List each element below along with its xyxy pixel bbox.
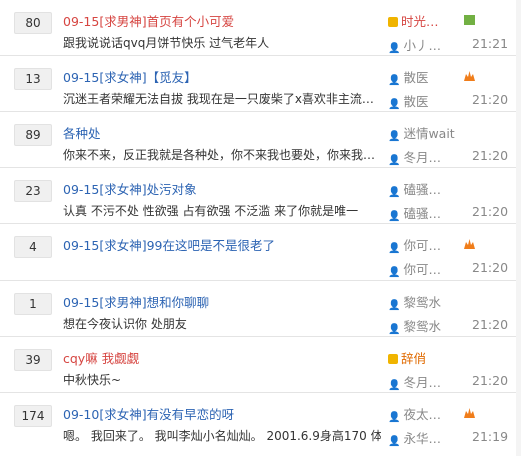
person-icon: 👤 (388, 155, 401, 166)
last-reply-user[interactable]: 👤 永华… (388, 428, 458, 447)
thread-row: 1 09-15[求男神]想和你聊聊 想在今夜认识你 处朋友 👤 黎鸳水 👤 黎鸳水 … (0, 281, 521, 337)
author-name: 时光… (401, 14, 439, 29)
last-reply-name: 冬月… (403, 150, 441, 165)
person-icon: 👤 (388, 243, 401, 254)
reply-count: 4 (14, 236, 52, 258)
thread-title[interactable]: 各种处 (63, 123, 101, 142)
last-reply-name: 你可… (403, 262, 441, 277)
thread-row: 4 09-15[求女神]99在这吧是不是很老了 👤 你可… 👤 你可… 21:20 (0, 224, 521, 281)
last-reply-name: 小丿… (403, 38, 441, 53)
thread-author[interactable]: 👤 散医 (388, 67, 458, 86)
reply-time: 21:20 (472, 317, 509, 332)
reply-count: 39 (14, 349, 52, 371)
thread-row: 13 09-15[求女神]【觅友】 沉迷王者荣耀无法自拔 我现在是一只废柴了x喜… (0, 56, 521, 112)
last-reply-name: 黎鸳水 (403, 319, 441, 334)
person-icon: 👤 (388, 131, 401, 142)
reply-time: 21:20 (472, 148, 509, 163)
last-reply-name: 散医 (403, 94, 429, 109)
thread-excerpt: 跟我说说话qvq月饼节快乐 过气老年人 (63, 36, 270, 50)
last-reply-name: 冬月… (403, 375, 441, 390)
reply-count: 174 (14, 405, 52, 427)
thread-title[interactable]: 09-15[求女神]处污对象 (63, 179, 197, 198)
last-reply-name: 永华… (403, 431, 441, 446)
author-name: 黎鸳水 (403, 295, 441, 310)
thread-author[interactable]: 辞俏 (388, 348, 458, 367)
person-icon: 👤 (388, 211, 401, 222)
last-reply-user[interactable]: 👤 磕骚… (388, 203, 458, 222)
level-icon (464, 239, 475, 249)
reply-time: 21:20 (472, 373, 509, 388)
person-icon: 👤 (388, 187, 401, 198)
author-name: 散医 (403, 70, 429, 85)
last-reply-user[interactable]: 👤 散医 (388, 91, 458, 110)
thread-excerpt: 嗯。 我回来了。 我叫李灿小名灿灿。 2001.6.9身高170 体… (63, 429, 381, 443)
thread-title[interactable]: 09-15[求女神]99在这吧是不是很老了 (63, 235, 275, 254)
last-reply-user[interactable]: 👤 黎鸳水 (388, 316, 458, 335)
author-name: 你可… (403, 238, 441, 253)
reply-time: 21:20 (472, 260, 509, 275)
vip-icon (388, 17, 398, 27)
thread-excerpt: 沉迷王者荣耀无法自拔 我现在是一只废柴了x喜欢非主流… (63, 92, 374, 106)
reply-count: 89 (14, 124, 52, 146)
thread-title[interactable]: 09-15[求男神]首页有个小可爱 (63, 11, 234, 30)
thread-excerpt: 认真 不污不处 性欲强 占有欲强 不泛滥 来了你就是唯一 (63, 204, 359, 218)
last-reply-user[interactable]: 👤 冬月… (388, 147, 458, 166)
last-reply-user[interactable]: 👤 小丿… (388, 35, 458, 54)
thread-list: 80 09-15[求男神]首页有个小可爱 跟我说说话qvq月饼节快乐 过气老年人… (0, 0, 521, 456)
thread-row: 174 09-10[求女神]有没有早恋的呀 嗯。 我回来了。 我叫李灿小名灿灿。… (0, 393, 521, 449)
person-icon: 👤 (388, 43, 401, 54)
reply-time: 21:21 (472, 36, 509, 51)
thread-row: 89 各种处 你来不来，反正我就是各种处，你不来我也要处，你来我… 👤 迷情wai… (0, 112, 521, 168)
thread-excerpt: 你来不来，反正我就是各种处，你不来我也要处，你来我… (63, 148, 376, 162)
person-icon: 👤 (388, 99, 401, 110)
thread-author[interactable]: 👤 你可… (388, 235, 458, 254)
thread-title[interactable]: 09-15[求女神]【觅友】 (63, 67, 197, 86)
author-name: 磕骚… (403, 182, 441, 197)
vip-icon (388, 354, 398, 364)
level-icon (464, 71, 475, 81)
last-reply-user[interactable]: 👤 冬月… (388, 372, 458, 391)
thread-author[interactable]: 时光… (388, 11, 458, 30)
person-icon: 👤 (388, 75, 401, 86)
reply-count: 13 (14, 68, 52, 90)
person-icon: 👤 (388, 267, 401, 278)
person-icon: 👤 (388, 436, 401, 447)
reply-time: 21:19 (472, 429, 509, 444)
thread-row: 39 cqy嘛 我觑觑 中秋快乐~ 辞俏 👤 冬月… 21:20 (0, 337, 521, 393)
person-icon: 👤 (388, 324, 401, 335)
thread-row: 80 09-15[求男神]首页有个小可爱 跟我说说话qvq月饼节快乐 过气老年人… (0, 0, 521, 56)
person-icon: 👤 (388, 300, 401, 311)
thread-author[interactable]: 👤 夜太… (388, 404, 458, 423)
scrollbar[interactable] (516, 0, 521, 456)
author-name: 夜太… (403, 407, 441, 422)
thread-excerpt: 中秋快乐~ (63, 373, 122, 387)
last-reply-name: 磕骚… (403, 206, 441, 221)
thread-author[interactable]: 👤 磕骚… (388, 179, 458, 198)
last-reply-user[interactable]: 👤 你可… (388, 259, 458, 278)
level-icon (464, 408, 475, 418)
thread-title[interactable]: 09-15[求男神]想和你聊聊 (63, 292, 209, 311)
thread-row: 23 09-15[求女神]处污对象 认真 不污不处 性欲强 占有欲强 不泛滥 来… (0, 168, 521, 224)
level-icon (464, 15, 475, 25)
thread-title[interactable]: 09-10[求女神]有没有早恋的呀 (63, 404, 234, 423)
thread-author[interactable]: 👤 黎鸳水 (388, 292, 458, 311)
person-icon: 👤 (388, 380, 401, 391)
thread-title[interactable]: cqy嘛 我觑觑 (63, 348, 139, 367)
reply-time: 21:20 (472, 204, 509, 219)
author-name: 辞俏 (401, 351, 427, 366)
reply-count: 80 (14, 12, 52, 34)
reply-time: 21:20 (472, 92, 509, 107)
person-icon: 👤 (388, 412, 401, 423)
author-name: 迷情wait (403, 126, 455, 141)
thread-author[interactable]: 👤 迷情wait (388, 123, 458, 142)
reply-count: 23 (14, 180, 52, 202)
reply-count: 1 (14, 293, 52, 315)
thread-excerpt: 想在今夜认识你 处朋友 (63, 317, 187, 331)
